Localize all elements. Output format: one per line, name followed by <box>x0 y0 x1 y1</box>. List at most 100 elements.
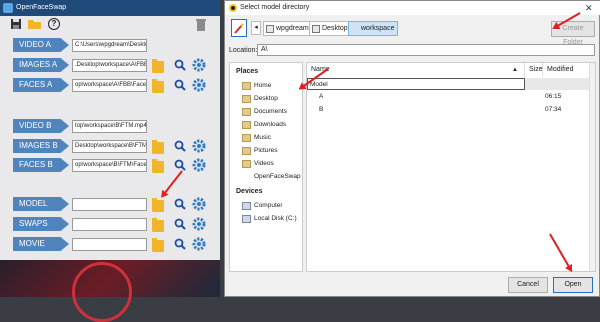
save-icon[interactable] <box>10 18 22 30</box>
search-icon[interactable] <box>174 59 186 71</box>
gear-icon[interactable] <box>192 197 206 211</box>
movie-button[interactable]: MOVIE <box>13 237 69 251</box>
place-pictures[interactable]: Pictures <box>242 147 277 155</box>
movie-path-field[interactable] <box>72 238 147 251</box>
gear-icon[interactable] <box>192 58 206 72</box>
dialog-title-bar: Select model directory ✕ <box>225 1 600 15</box>
location-label: Location: <box>229 47 258 54</box>
dialog-title: Select model directory <box>240 4 310 11</box>
file-modified: 07:34 <box>545 106 562 113</box>
search-icon[interactable] <box>174 79 186 91</box>
dialog-app-icon <box>229 4 237 12</box>
folder-icon <box>242 108 251 116</box>
sort-ascending-icon: ▲ <box>512 67 518 73</box>
images-b-path-field[interactable]: Desktop\workspace\B\FTM <box>72 140 147 153</box>
folder-icon[interactable] <box>152 140 164 154</box>
places-header: Places <box>236 68 259 75</box>
breadcrumb-desktop[interactable]: Desktop <box>309 21 352 36</box>
images-a-button[interactable]: IMAGES A <box>13 58 69 72</box>
folder-icon <box>242 160 251 168</box>
openfaceswap-window: OpenFaceSwap ? VIDEO A C:\Users\wpgdream… <box>0 0 220 322</box>
swaps-button[interactable]: SWAPS <box>13 217 69 231</box>
trash-icon[interactable] <box>195 18 207 31</box>
search-icon[interactable] <box>174 198 186 210</box>
home-folder-icon <box>242 82 251 90</box>
folder-icon <box>242 95 251 103</box>
place-desktop[interactable]: Desktop <box>242 95 278 103</box>
breadcrumb-back-button[interactable]: ◂ <box>251 21 261 35</box>
breadcrumb-workspace[interactable]: workspace <box>348 21 399 36</box>
location-input[interactable]: A\ <box>257 44 595 56</box>
app-logo-icon <box>3 3 13 13</box>
file-modified: 06:15 <box>545 93 562 100</box>
file-name: B <box>319 106 324 113</box>
open-button[interactable]: Open <box>553 277 593 293</box>
gear-icon[interactable] <box>192 139 206 153</box>
place-documents[interactable]: Documents <box>242 108 287 116</box>
disk-icon <box>242 215 251 223</box>
computer-icon <box>242 202 251 210</box>
file-row[interactable]: A 06:15 <box>307 91 593 103</box>
new-folder-name-input[interactable]: Model <box>307 78 525 90</box>
folder-icon[interactable] <box>152 159 164 173</box>
model-button[interactable]: MODEL <box>13 197 69 211</box>
folder-icon <box>312 25 320 33</box>
open-folder-icon[interactable] <box>28 18 41 30</box>
model-path-field[interactable] <box>72 198 147 211</box>
place-downloads[interactable]: Downloads <box>242 121 286 129</box>
cancel-button[interactable]: Cancel <box>508 277 548 293</box>
new-folder-row-fill <box>525 78 595 90</box>
column-header-name[interactable]: Name ▲ <box>307 63 525 77</box>
devices-header: Devices <box>236 188 263 195</box>
search-icon[interactable] <box>174 218 186 230</box>
close-icon[interactable]: ✕ <box>585 3 593 14</box>
folder-icon[interactable] <box>152 218 164 232</box>
select-directory-dialog: Select model directory ✕ ◂ wpgdream Desk… <box>224 0 600 297</box>
folder-icon <box>242 147 251 155</box>
place-music[interactable]: Music <box>242 134 271 142</box>
swaps-path-field[interactable] <box>72 218 147 231</box>
images-b-button[interactable]: IMAGES B <box>13 139 69 153</box>
gear-icon[interactable] <box>192 158 206 172</box>
place-videos[interactable]: Videos <box>242 160 274 168</box>
column-header-size[interactable]: Size <box>525 63 543 77</box>
column-header-modified[interactable]: Modified <box>543 63 593 77</box>
file-list-scrollbar[interactable] <box>589 63 595 271</box>
video-a-button[interactable]: VIDEO A <box>13 38 69 52</box>
faces-b-path-field[interactable]: op\workspace\B\FTM\Face <box>72 159 147 172</box>
file-name: A <box>319 93 324 100</box>
gear-icon[interactable] <box>192 237 206 251</box>
gear-icon[interactable] <box>192 78 206 92</box>
folder-icon[interactable] <box>152 79 164 93</box>
folder-icon[interactable] <box>152 198 164 212</box>
breadcrumb-wpgdream[interactable]: wpgdream <box>263 21 313 36</box>
window-title-bar: OpenFaceSwap <box>0 0 220 16</box>
file-row[interactable]: B 07:34 <box>307 104 593 116</box>
places-panel: Places Home Desktop Documents Downloads … <box>229 62 303 272</box>
search-icon[interactable] <box>174 140 186 152</box>
gear-icon[interactable] <box>192 217 206 231</box>
device-local-disk[interactable]: Local Disk (C:) <box>242 215 297 223</box>
faces-a-button[interactable]: FACES A <box>13 78 69 92</box>
help-icon[interactable]: ? <box>48 18 60 30</box>
video-b-path-field[interactable]: top\workspace\B\FTM.mp4 <box>72 120 147 133</box>
faces-a-path-field[interactable]: op\workspace\A\FBB\Face <box>72 79 147 92</box>
background-artwork-ring <box>72 262 132 322</box>
new-folder-name-row: Model <box>307 78 595 90</box>
place-home[interactable]: Home <box>242 82 271 90</box>
search-icon[interactable] <box>174 159 186 171</box>
video-b-button[interactable]: VIDEO B <box>13 119 69 133</box>
window-title: OpenFaceSwap <box>16 4 67 11</box>
folder-icon <box>242 121 251 129</box>
edit-location-toggle[interactable] <box>231 19 247 37</box>
device-computer[interactable]: Computer <box>242 202 283 210</box>
folder-icon <box>242 134 251 142</box>
folder-icon[interactable] <box>152 59 164 73</box>
video-a-path-field[interactable]: C:\Users\wpgdream\Deskto <box>72 39 147 52</box>
faces-b-button[interactable]: FACES B <box>13 158 69 172</box>
search-icon[interactable] <box>174 238 186 250</box>
folder-icon <box>266 25 274 33</box>
place-openfaceswap[interactable]: OpenFaceSwap <box>254 173 301 180</box>
folder-icon[interactable] <box>152 238 164 252</box>
images-a-path-field[interactable]: .Desktop\workspace\A\FBB <box>72 59 147 72</box>
